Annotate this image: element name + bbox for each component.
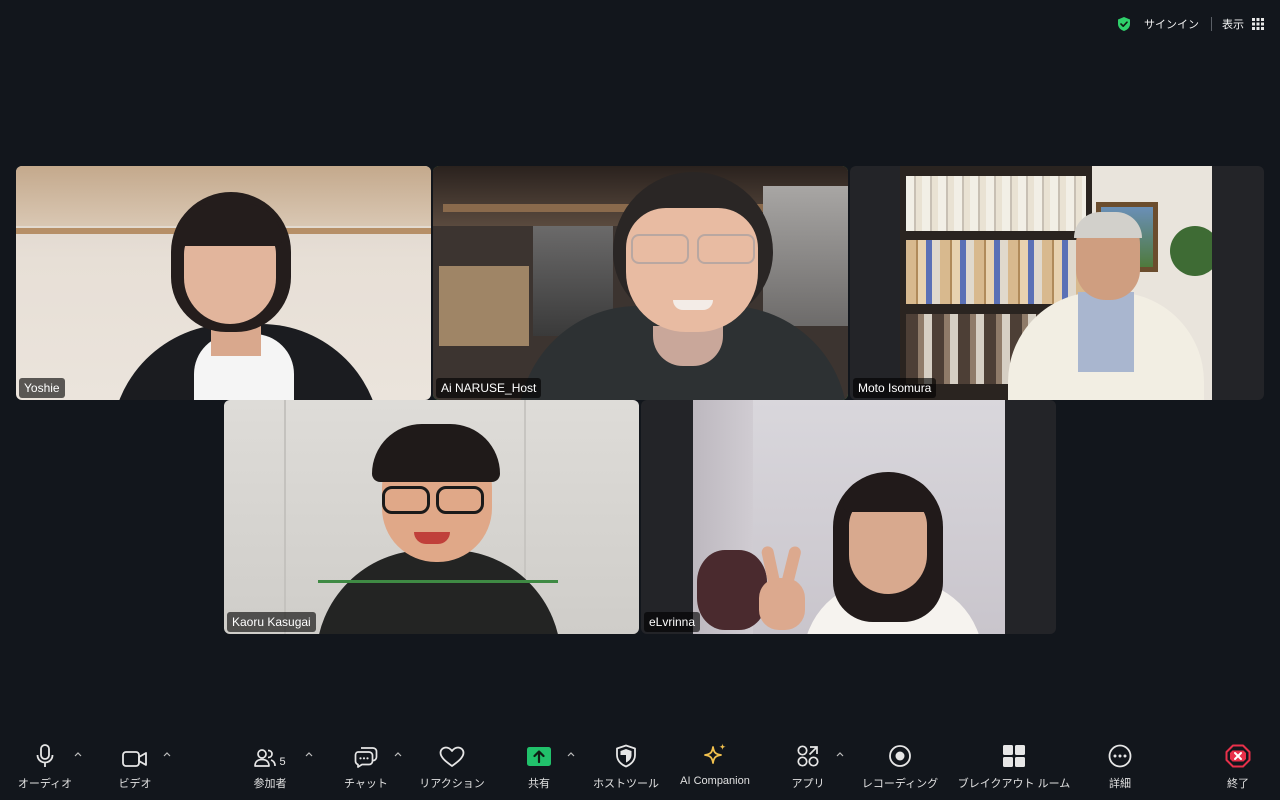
meeting-toolbar: オーディオ ビデオ 5 参加者 チャット リアクション 共有 ホストツール AI… <box>0 736 1280 800</box>
microphone-icon <box>36 744 54 767</box>
participants-label: 参加者 <box>253 778 287 790</box>
video-label: ビデオ <box>118 778 152 790</box>
ai-companion-label: AI Companion <box>680 775 750 787</box>
video-feed <box>900 166 1212 400</box>
end-meeting-icon <box>1225 744 1251 768</box>
video-feed <box>224 400 639 634</box>
audio-label: オーディオ <box>17 778 73 790</box>
divider <box>1211 17 1212 31</box>
recording-button[interactable]: レコーディング <box>858 736 942 800</box>
chat-options-caret[interactable] <box>392 748 404 760</box>
signin-link[interactable]: サインイン <box>1144 16 1199 32</box>
chevron-up-icon <box>394 751 402 756</box>
chat-icon <box>354 747 378 768</box>
top-status-bar: サインイン 表示 <box>1110 12 1270 36</box>
participant-name: Ai NARUSE_Host <box>436 378 542 398</box>
participant-name: eLvrinna <box>644 612 701 632</box>
record-icon <box>889 745 911 767</box>
audio-button[interactable]: オーディオ <box>14 736 76 800</box>
shield-icon <box>616 744 636 768</box>
participant-name: Moto Isomura <box>853 378 937 398</box>
more-icon <box>1108 744 1132 768</box>
recording-label: レコーディング <box>861 778 939 790</box>
video-tile-moto-isomura[interactable]: Moto Isomura <box>850 166 1264 400</box>
video-camera-icon <box>122 751 147 767</box>
breakout-rooms-icon <box>1003 745 1025 767</box>
video-tile-kaoru-kasugai[interactable]: Kaoru Kasugai <box>224 400 639 634</box>
grid-view-icon[interactable] <box>1252 18 1264 30</box>
video-feed <box>433 166 848 400</box>
share-button[interactable]: 共有 <box>520 736 558 800</box>
video-button[interactable]: ビデオ <box>108 736 162 800</box>
share-screen-icon <box>527 747 551 766</box>
participants-button[interactable]: 5 参加者 <box>244 736 296 800</box>
reactions-label: リアクション <box>419 778 485 790</box>
more-button[interactable]: 詳細 <box>1100 736 1140 800</box>
chat-button[interactable]: チャット <box>338 736 394 800</box>
view-button-label[interactable]: 表示 <box>1222 16 1244 32</box>
participant-name: Yoshie <box>19 378 65 398</box>
apps-options-caret[interactable] <box>834 748 846 760</box>
video-options-caret[interactable] <box>161 748 173 760</box>
apps-button[interactable]: アプリ <box>786 736 830 800</box>
share-label: 共有 <box>528 778 550 790</box>
breakout-rooms-button[interactable]: ブレイクアウト ルーム <box>954 736 1074 800</box>
apps-label: アプリ <box>791 778 825 790</box>
end-meeting-label: 終了 <box>1227 778 1249 790</box>
sparkle-icon <box>704 743 726 764</box>
reactions-button[interactable]: リアクション <box>414 736 490 800</box>
participants-icon <box>254 749 277 767</box>
host-tools-label: ホストツール <box>593 778 659 790</box>
ai-companion-button[interactable]: AI Companion <box>672 736 758 800</box>
participant-name: Kaoru Kasugai <box>227 612 316 632</box>
video-tile-yoshie[interactable]: Yoshie <box>16 166 431 400</box>
participants-options-caret[interactable] <box>303 748 315 760</box>
end-meeting-button[interactable]: 終了 <box>1218 736 1258 800</box>
audio-options-caret[interactable] <box>72 748 84 760</box>
share-options-caret[interactable] <box>565 748 577 760</box>
video-feed <box>693 400 1005 634</box>
participant-count: 5 <box>279 756 286 768</box>
breakout-rooms-label: ブレイクアウト ルーム <box>957 778 1071 790</box>
chevron-up-icon <box>836 751 844 756</box>
video-feed <box>16 166 431 400</box>
more-label: 詳細 <box>1109 778 1131 790</box>
chevron-up-icon <box>163 751 171 756</box>
heart-icon <box>439 746 465 767</box>
video-tile-ai-naruse-host[interactable]: Ai NARUSE_Host <box>433 166 848 400</box>
video-tile-elvrinna[interactable]: eLvrinna <box>641 400 1056 634</box>
chevron-up-icon <box>305 751 313 756</box>
encryption-shield-icon[interactable] <box>1116 16 1132 32</box>
chat-label: チャット <box>344 778 388 790</box>
host-tools-button[interactable]: ホストツール <box>588 736 664 800</box>
chevron-up-icon <box>567 751 575 756</box>
chevron-up-icon <box>74 751 82 756</box>
apps-icon <box>797 745 819 767</box>
